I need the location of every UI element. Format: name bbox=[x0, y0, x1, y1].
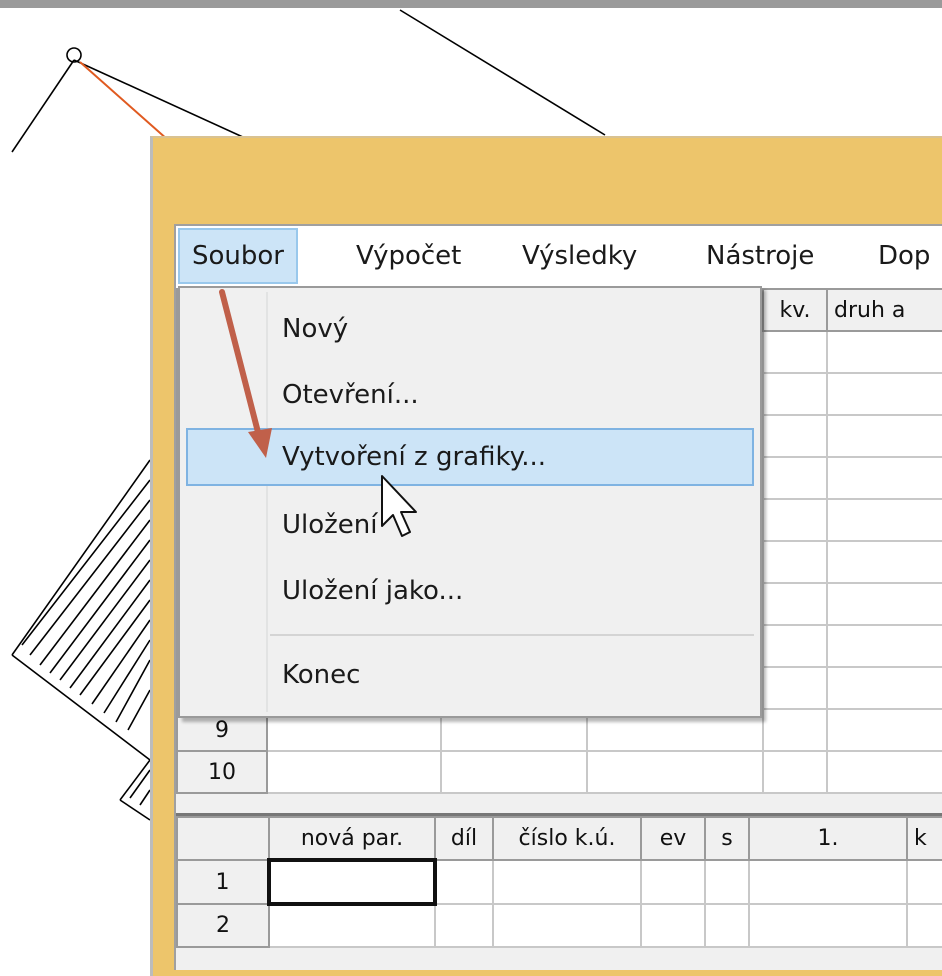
menu-soubor[interactable]: Soubor bbox=[178, 228, 298, 284]
table-row: 10 bbox=[176, 750, 942, 794]
menu-item-vytvoreni-z-grafiky[interactable]: Vytvoření z grafiky... bbox=[186, 428, 754, 486]
menu-bar: Soubor Výpočet Výsledky Nástroje Dop bbox=[176, 226, 942, 288]
column-header-ev[interactable]: ev bbox=[640, 816, 706, 861]
lower-header-row: nová par. díl číslo k.ú. ev s 1. k bbox=[176, 816, 942, 861]
menu-vypocet[interactable]: Výpočet bbox=[344, 228, 473, 284]
column-header-k[interactable]: k bbox=[906, 816, 942, 861]
menu-nastroje[interactable]: Nástroje bbox=[694, 228, 826, 284]
menu-item-konec[interactable]: Konec bbox=[180, 646, 760, 704]
column-header-kv[interactable]: kv. bbox=[762, 288, 828, 332]
column-header-dil[interactable]: díl bbox=[434, 816, 494, 861]
menu-item-otevreni[interactable]: Otevření... bbox=[180, 366, 760, 424]
menu-item-ulozeni-jako[interactable]: Uložení jako... bbox=[180, 562, 760, 620]
soubor-dropdown-menu: Nový Otevření... Vytvoření z grafiky... … bbox=[178, 286, 762, 718]
selected-cell[interactable] bbox=[267, 858, 437, 906]
menu-item-ulozeni[interactable]: Uložení bbox=[180, 496, 760, 554]
lower-grid-corner bbox=[176, 816, 270, 861]
column-header-s[interactable]: s bbox=[704, 816, 750, 861]
row-header-1[interactable]: 1 bbox=[176, 859, 270, 905]
menu-vysledky[interactable]: Výsledky bbox=[510, 228, 649, 284]
column-header-cislo-ku[interactable]: číslo k.ú. bbox=[492, 816, 642, 861]
menu-separator bbox=[270, 634, 754, 636]
column-header-druh[interactable]: druh a bbox=[826, 288, 942, 332]
row-header-2[interactable]: 2 bbox=[176, 903, 270, 948]
column-header-nova-par[interactable]: nová par. bbox=[268, 816, 436, 861]
table-row: 2 bbox=[176, 903, 942, 948]
table-row: 1 bbox=[176, 858, 942, 906]
lower-grid: nová par. díl číslo k.ú. ev s 1. k 1 2 bbox=[176, 816, 942, 948]
row-header-10[interactable]: 10 bbox=[176, 750, 268, 794]
menu-item-novy[interactable]: Nový bbox=[180, 300, 760, 358]
column-header-1[interactable]: 1. bbox=[748, 816, 908, 861]
menu-dop[interactable]: Dop bbox=[866, 228, 942, 284]
